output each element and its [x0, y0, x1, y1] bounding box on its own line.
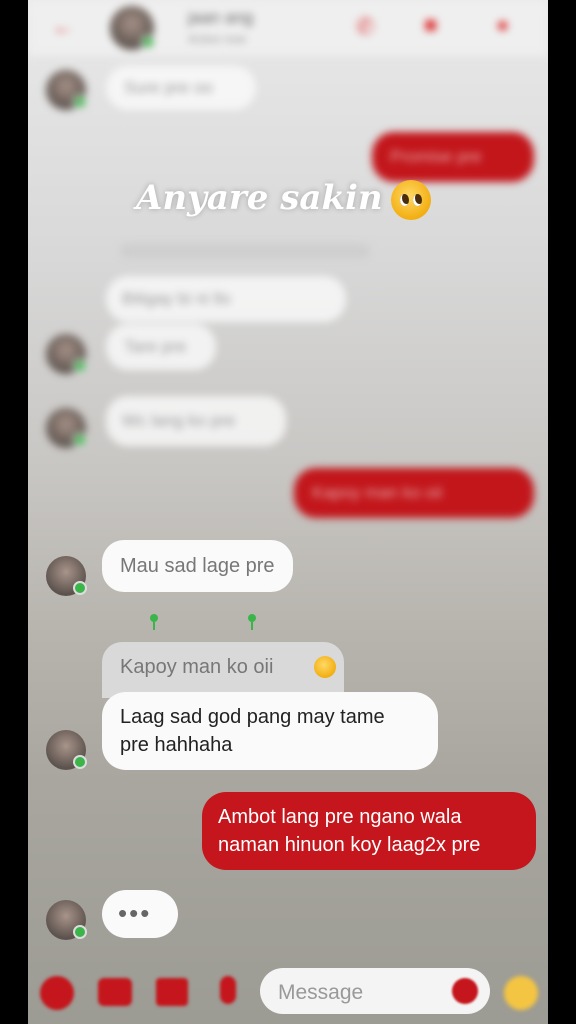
typing-indicator: ••• [102, 890, 178, 938]
avatar [46, 556, 87, 596]
reaction-icon [146, 614, 160, 630]
header-avatar[interactable] [110, 6, 155, 50]
message-text: naman hinuon koy laag2x pre [218, 834, 481, 856]
contact-name[interactable]: jaan ang [188, 8, 253, 28]
reply-preview-text: Kapoy man ko oii [120, 656, 274, 678]
avatar [46, 70, 87, 110]
message-bubble-outgoing[interactable]: Promise pre [372, 132, 534, 182]
message-bubble-incoming[interactable]: Sure pre oo [106, 66, 256, 110]
image-icon[interactable] [156, 978, 188, 1006]
message-text: Ambot lang pre ngano wala [218, 806, 462, 828]
message-text: pre hahhaha [120, 734, 233, 756]
messenger-screen: ← jaan ang Active now ✆ ■ ● Sure pre oo … [28, 0, 548, 1024]
emoji-icon[interactable] [452, 978, 478, 1004]
menu-dots-icon[interactable] [40, 976, 74, 1010]
reply-preview-bubble[interactable]: Kapoy man ko oii [102, 642, 344, 698]
video-camera-icon[interactable]: ■ [424, 12, 437, 38]
microphone-icon[interactable] [220, 976, 236, 1004]
back-arrow-icon[interactable]: ← [52, 14, 74, 40]
contact-status: Active now [188, 32, 247, 46]
avatar [46, 900, 87, 940]
message-text: Mau sad lage pre [120, 555, 275, 577]
camera-icon[interactable] [98, 978, 132, 1006]
caption-text: Anyare sakin [136, 178, 383, 218]
message-bubble-incoming[interactable]: Wc lang ko pre [106, 396, 286, 446]
blurred-background: ← jaan ang Active now ✆ ■ ● Sure pre oo … [28, 0, 548, 1024]
thumbs-up-icon[interactable] [504, 976, 538, 1010]
message-placeholder: Message [278, 981, 364, 1004]
message-text: Laag sad god pang may tame [120, 706, 385, 728]
avatar [46, 730, 87, 770]
reaction-icon [244, 614, 258, 630]
message-bubble-incoming[interactable]: Mau sad lage pre [102, 540, 293, 592]
avatar [46, 408, 87, 448]
message-bubble-incoming[interactable]: Tare pre [106, 324, 216, 370]
message-bubble-outgoing[interactable]: Ambot lang pre ngano wala naman hinuon k… [202, 792, 536, 870]
message-input[interactable]: Message [260, 968, 490, 1014]
timestamp-divider [120, 244, 370, 258]
conversation-header: ← jaan ang Active now ✆ ■ ● [28, 0, 548, 56]
info-icon[interactable]: ● [496, 12, 509, 38]
video-caption: Anyare sakin [136, 178, 431, 220]
message-bubble-outgoing[interactable]: Kapoy man ko oii [294, 468, 534, 518]
grinning-sweat-emoji-icon [314, 656, 336, 678]
message-bubble-incoming[interactable]: Laag sad god pang may tame pre hahhaha [102, 692, 438, 770]
phone-icon[interactable]: ✆ [356, 14, 374, 40]
pleading-face-emoji-icon [390, 180, 431, 220]
message-bubble-incoming[interactable]: Bitigay bi ni llo [106, 276, 346, 322]
avatar [46, 334, 87, 374]
